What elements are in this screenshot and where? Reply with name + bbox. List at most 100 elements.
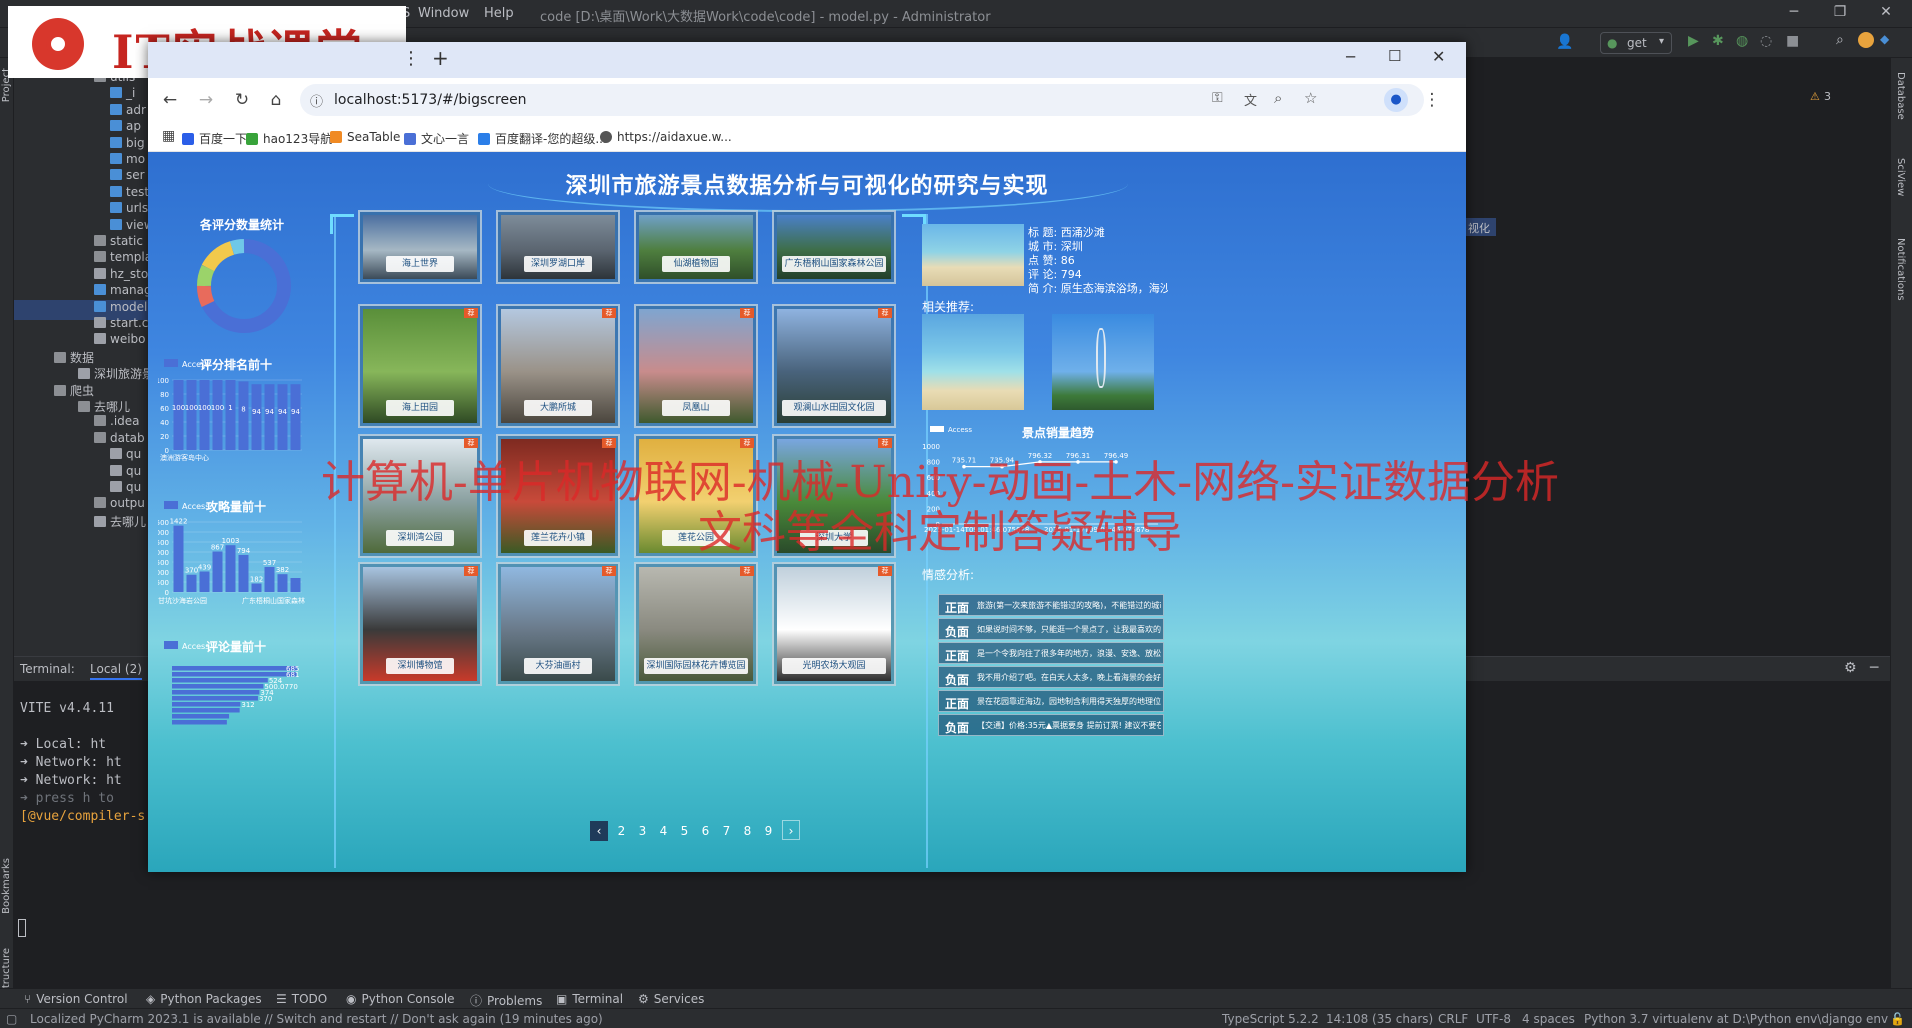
lock-icon[interactable]: 🔓 bbox=[1890, 1012, 1905, 1026]
bar[interactable] bbox=[172, 684, 264, 689]
spot-card[interactable]: 海上世界 bbox=[358, 210, 482, 284]
pager-page-button[interactable]: 9 bbox=[761, 821, 776, 841]
toolwindow-services[interactable]: ⚙ Services bbox=[638, 992, 704, 1006]
spot-card[interactable]: 海上田园 荐 bbox=[358, 304, 482, 428]
bar[interactable] bbox=[290, 384, 301, 450]
spot-card[interactable]: 大芬油画村荐 bbox=[496, 562, 620, 686]
bar[interactable] bbox=[277, 574, 288, 592]
forward-icon[interactable]: → bbox=[196, 90, 216, 110]
address-bar[interactable]: ⓘ localhost:5173/#/bigscreen ⚿ 文 ⌕ ☆ bbox=[300, 84, 1424, 116]
bar[interactable] bbox=[172, 720, 227, 725]
reload-icon[interactable]: ↻ bbox=[232, 90, 252, 110]
bar[interactable] bbox=[172, 666, 298, 671]
bookmark-item[interactable]: SeaTable bbox=[330, 130, 400, 144]
browser-menu-icon[interactable]: ⋮ bbox=[1422, 90, 1442, 110]
pager-page-button[interactable]: 2 bbox=[614, 821, 629, 841]
status-item[interactable]: 4 spaces bbox=[1522, 1012, 1575, 1026]
bar[interactable] bbox=[277, 384, 288, 450]
sentiment-row[interactable]: 负面我不用介绍了吧。在白天人太多，晚上看海景的会好些，所以上有些 bbox=[938, 666, 1164, 688]
pager-page-button[interactable]: 6 bbox=[698, 821, 713, 841]
spot-card[interactable]: 广东梧桐山国家森林公园 bbox=[772, 210, 896, 284]
password-key-icon[interactable]: ⚿ bbox=[1212, 90, 1223, 106]
bar[interactable] bbox=[186, 574, 197, 592]
bar[interactable] bbox=[199, 380, 210, 450]
coverage-icon[interactable]: ◍ bbox=[1736, 33, 1748, 49]
toolwindow-todo[interactable]: ☰ TODO bbox=[276, 992, 327, 1006]
pager-next-button[interactable]: › bbox=[782, 820, 800, 840]
notifications-tool-label[interactable]: Notifications bbox=[1895, 238, 1906, 301]
spot-card[interactable]: 凤凰山 荐 bbox=[634, 304, 758, 428]
status-item[interactable]: Python 3.7 virtualenv at D:\Python env\d… bbox=[1584, 1012, 1888, 1026]
bar[interactable] bbox=[238, 381, 249, 450]
spot-card[interactable]: 观澜山水田园文化园 荐 bbox=[772, 304, 896, 428]
toolwindow-problems[interactable]: ⓘ Problems bbox=[470, 992, 542, 1009]
ide-minimize-icon[interactable]: ─ bbox=[1774, 4, 1814, 24]
bookmark-item[interactable]: hao123导航 bbox=[246, 130, 332, 147]
toolwindow-version-control[interactable]: ⑂ Version Control bbox=[24, 992, 128, 1006]
bar[interactable] bbox=[172, 678, 268, 683]
status-item[interactable]: TypeScript 5.2.2 bbox=[1222, 1012, 1319, 1026]
zoom-icon[interactable]: ⌕ bbox=[1274, 89, 1282, 107]
menu-window[interactable]: Window bbox=[418, 6, 469, 21]
bar[interactable] bbox=[290, 578, 301, 592]
terminal-tab-local[interactable]: Local (2) bbox=[90, 662, 142, 680]
sentiment-row[interactable]: 正面景在花园靠近海边，园地制含利用得天独厚的地理位置，结合私家园林 bbox=[938, 690, 1164, 712]
run-icon[interactable]: ▶ bbox=[1688, 33, 1699, 49]
bookmark-item[interactable]: https://aidaxue.w... bbox=[600, 130, 732, 144]
related-image-2[interactable] bbox=[1052, 314, 1154, 410]
apps-grid-icon[interactable]: ▦ bbox=[162, 128, 175, 144]
hide-panel-icon[interactable]: ─ bbox=[1870, 660, 1878, 676]
bar[interactable] bbox=[172, 696, 258, 701]
browser-minimize-icon[interactable]: ─ bbox=[1346, 48, 1355, 66]
sentiment-row[interactable]: 负面【交通】价格:35元▲票据要身 提前订票! 建议不要在中山路码头乘渡 bbox=[938, 714, 1164, 736]
detail-image[interactable] bbox=[922, 224, 1024, 286]
ide-restore-icon[interactable]: ❐ bbox=[1820, 4, 1860, 24]
toolwindow-terminal[interactable]: ▣ Terminal bbox=[556, 992, 623, 1006]
bar[interactable] bbox=[172, 702, 241, 707]
bookmark-item[interactable]: 百度翻译-您的超级... bbox=[478, 130, 607, 147]
settings-icon[interactable]: ◆ bbox=[1880, 32, 1889, 46]
user-icon[interactable]: 👤 bbox=[1556, 34, 1573, 50]
toolwindow-python-packages[interactable]: ◈ Python Packages bbox=[146, 992, 262, 1006]
bookmarks-tool-label[interactable]: Bookmarks bbox=[1, 858, 12, 914]
home-icon[interactable]: ⌂ bbox=[266, 90, 286, 110]
bar[interactable] bbox=[251, 583, 262, 592]
stop-icon[interactable]: ■ bbox=[1786, 33, 1799, 49]
status-message[interactable]: Localized PyCharm 2023.1 is available //… bbox=[30, 1012, 603, 1026]
profile-avatar-icon[interactable]: ● bbox=[1384, 88, 1408, 112]
toolwindow-python-console[interactable]: ◉ Python Console bbox=[346, 992, 455, 1006]
bar[interactable] bbox=[172, 690, 260, 695]
database-tool-label[interactable]: Database bbox=[1895, 72, 1906, 120]
pager-page-button[interactable]: 8 bbox=[740, 821, 755, 841]
bar[interactable] bbox=[251, 384, 262, 450]
bar[interactable] bbox=[172, 714, 230, 719]
sciview-tool-label[interactable]: SciView bbox=[1895, 158, 1906, 196]
pager-page-button[interactable]: 4 bbox=[656, 821, 671, 841]
warning-icon[interactable]: ⚠ bbox=[1810, 90, 1820, 103]
bar[interactable] bbox=[186, 380, 197, 450]
profile-icon[interactable]: ◌ bbox=[1760, 33, 1772, 49]
new-tab-icon[interactable]: + bbox=[432, 46, 449, 70]
pager-page-button[interactable]: 5 bbox=[677, 821, 692, 841]
update-icon[interactable] bbox=[1858, 32, 1874, 48]
gear-icon[interactable]: ⚙ bbox=[1844, 660, 1857, 676]
related-image-1[interactable] bbox=[922, 314, 1024, 410]
bookmark-item[interactable]: 百度一下 bbox=[182, 130, 247, 147]
spot-card[interactable]: 光明农场大观园荐 bbox=[772, 562, 896, 686]
bar[interactable] bbox=[264, 384, 275, 450]
spot-card[interactable]: 仙湖植物园 bbox=[634, 210, 758, 284]
tree-item[interactable]: 去哪儿 bbox=[14, 513, 146, 533]
bar[interactable] bbox=[225, 380, 236, 450]
run-config-select[interactable]: ● get ▾ bbox=[1600, 32, 1672, 54]
debug-icon[interactable]: ✱ bbox=[1712, 33, 1724, 49]
pager-page-button[interactable]: 7 bbox=[719, 821, 734, 841]
sentiment-row[interactable]: 正面旅游(第一次来旅游不能错过的攻略)，不能错过的城市。第一次来该怎么 bbox=[938, 594, 1164, 616]
bar[interactable] bbox=[212, 380, 223, 450]
bar[interactable] bbox=[172, 672, 297, 677]
bar[interactable] bbox=[199, 571, 210, 592]
ide-close-icon[interactable]: ✕ bbox=[1866, 4, 1906, 24]
spot-card[interactable]: 深圳博物馆荐 bbox=[358, 562, 482, 686]
browser-close-icon[interactable]: ✕ bbox=[1432, 47, 1445, 66]
bar[interactable] bbox=[264, 566, 275, 592]
sentiment-row[interactable]: 正面是一个令我向往了很多年的地方，浪漫、安逸、放松——切美好的代名 bbox=[938, 642, 1164, 664]
